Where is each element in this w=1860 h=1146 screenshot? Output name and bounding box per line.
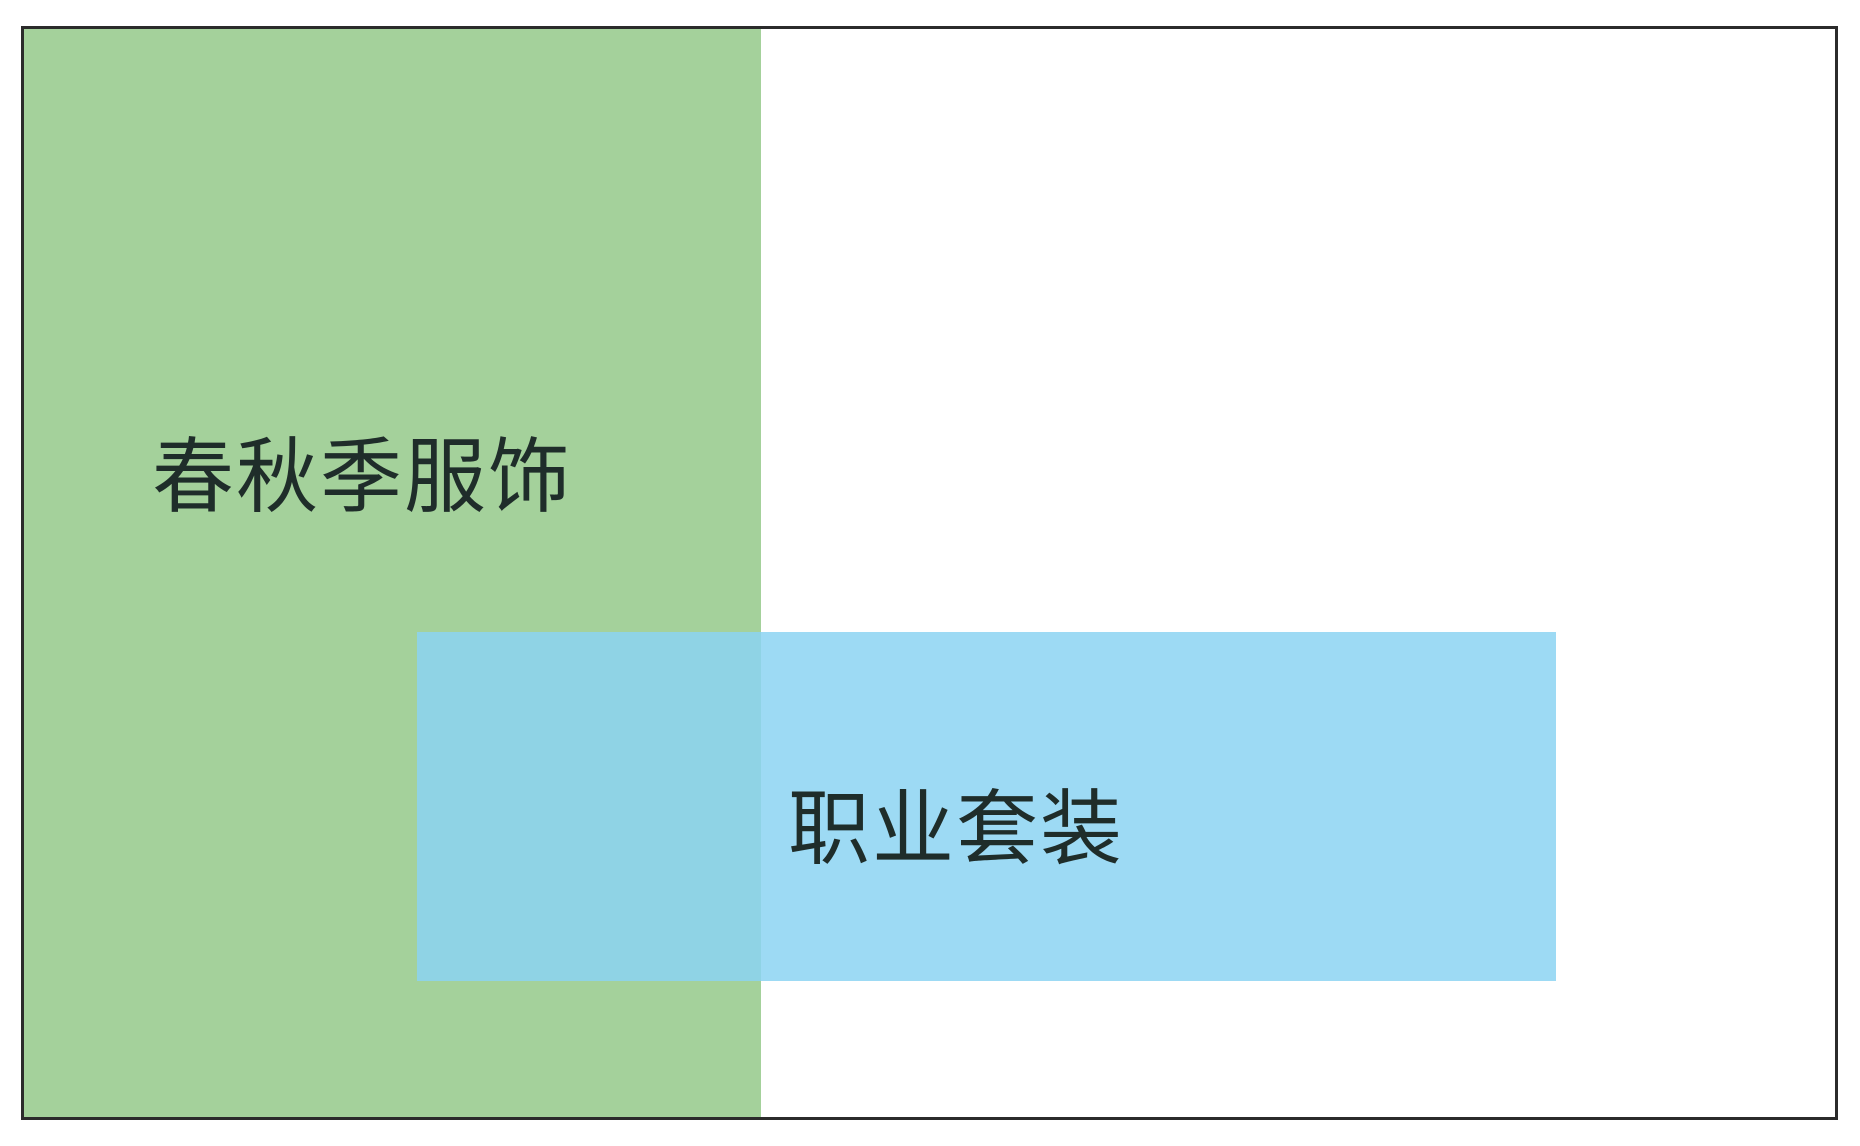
label-spring-autumn-clothing: 春秋季服饰 bbox=[152, 430, 573, 525]
label-professional-suits: 职业套装 bbox=[788, 782, 1125, 877]
